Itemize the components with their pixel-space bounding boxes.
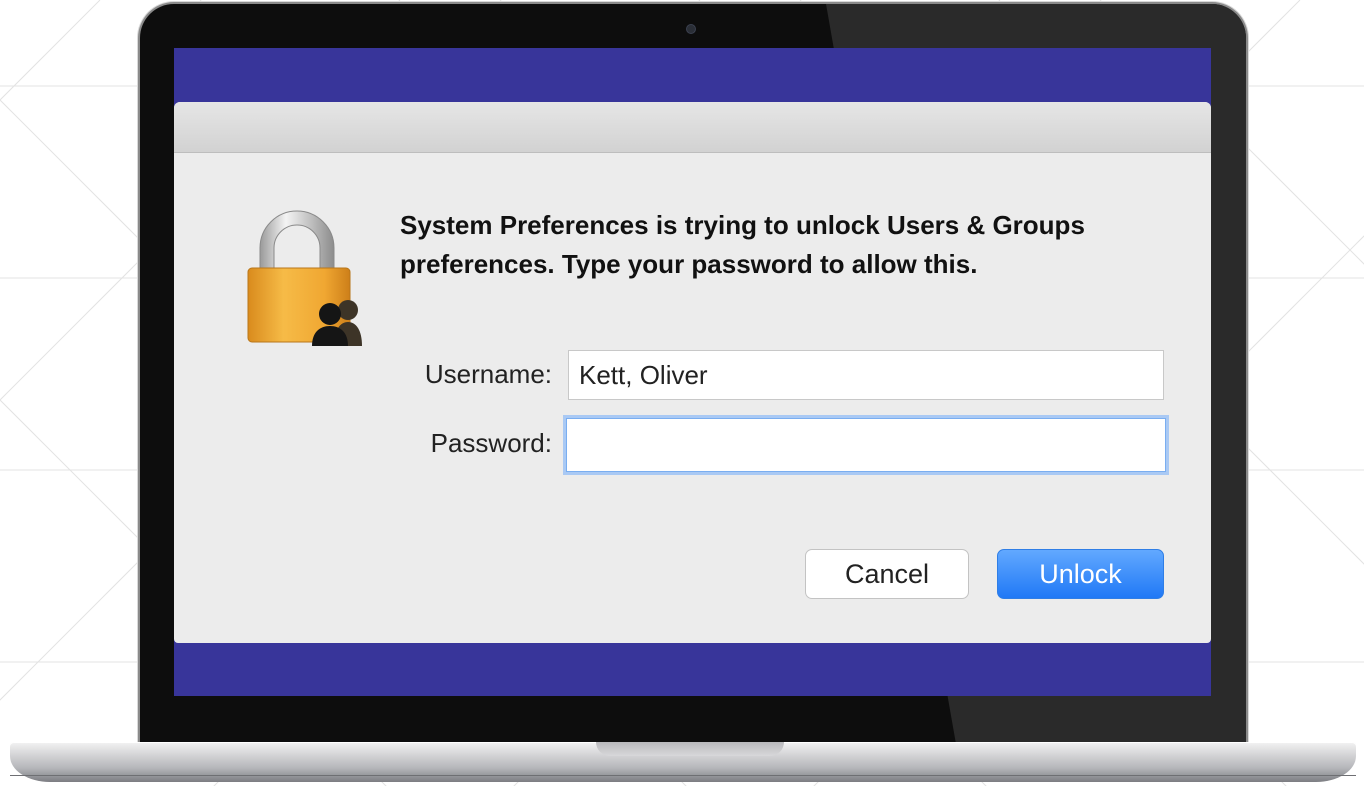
username-label-text: Username: — [424, 359, 552, 389]
camera-icon — [686, 24, 696, 34]
laptop-base — [10, 742, 1356, 782]
authentication-dialog: System Preferences is trying to unlock U… — [174, 102, 1211, 643]
cancel-button[interactable]: Cancel — [805, 549, 969, 599]
lock-users-icon — [247, 210, 362, 346]
dialog-message: System Preferences is trying to unlock U… — [400, 210, 1085, 279]
dialog-titlebar — [174, 102, 1211, 153]
laptop-base-edge — [10, 775, 1356, 776]
password-label-text: Password: — [430, 428, 552, 458]
laptop-hinge-notch — [596, 742, 784, 756]
username-field[interactable]: Kett, Oliver — [568, 350, 1164, 400]
unlock-button[interactable]: Unlock — [997, 549, 1164, 599]
password-field[interactable] — [566, 418, 1166, 472]
laptop-screen: System Preferences is trying to unlock U… — [174, 48, 1211, 696]
